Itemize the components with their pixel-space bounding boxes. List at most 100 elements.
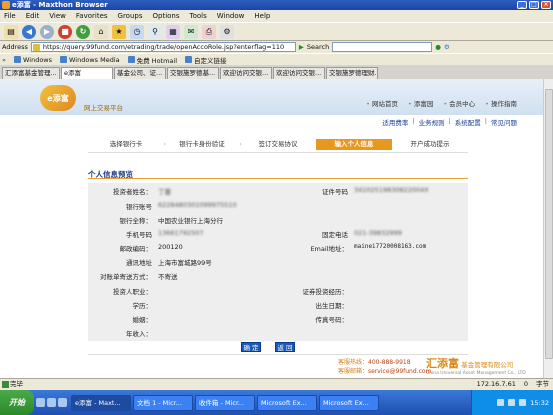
subnav-config[interactable]: 系统配置 [455, 117, 481, 127]
tab-2[interactable]: e添富 [61, 67, 113, 79]
print-icon[interactable]: ⎙ [202, 24, 216, 39]
desktop-icon[interactable] [36, 398, 45, 407]
ie-icon[interactable] [47, 398, 56, 407]
new-page-icon[interactable]: ▤ [4, 24, 18, 39]
account-label: 银行账号 [126, 203, 152, 211]
email-value: mainei7720008163.com [354, 243, 427, 250]
refresh-icon[interactable]: ↻ [76, 24, 90, 39]
app-icon [2, 1, 10, 9]
minimize-button[interactable]: _ [517, 1, 527, 9]
settings-icon[interactable]: ⚙ [444, 43, 450, 51]
tab-5[interactable]: 欢迎访问交银... [220, 67, 272, 79]
divider [88, 152, 468, 153]
form-row: 手机号码 13661792507 固定电话 021-39832999 [88, 229, 468, 241]
favorites-bar: » Windows Windows Media 免费 Hotmail 自定义链接 [0, 53, 553, 65]
search-tool-icon[interactable]: ⚲ [148, 24, 162, 39]
footer-divider [88, 354, 468, 355]
start-button[interactable]: 开始 [0, 390, 34, 415]
zip-value: 200120 [158, 243, 183, 251]
menu-bar: File Edit View Favorites Groups Options … [0, 10, 553, 22]
hotline-value: 400-888-9918 [368, 359, 411, 366]
menu-groups[interactable]: Groups [118, 12, 143, 20]
go-icon[interactable]: ▶ [299, 43, 304, 51]
form-row: 年收入： [88, 328, 468, 340]
search-input[interactable] [332, 42, 433, 52]
birth-label: 出生日期： [315, 302, 349, 310]
groups-icon[interactable]: ▦ [166, 24, 180, 39]
task-word[interactable]: 文档 1 - Micr... [133, 394, 193, 411]
sub-nav: 适用费率 | 业务规则 | 系统配置 | 常见问题 [0, 115, 553, 127]
phone-label: 固定电话 [322, 231, 348, 239]
address-input[interactable]: https://query.99fund.com/etrading/trade/… [30, 42, 296, 52]
vertical-scrollbar[interactable] [543, 79, 553, 378]
mail-method-value: 不寄送 [158, 273, 178, 281]
task-excel-2[interactable]: Microsoft Ex... [319, 394, 379, 411]
mail-icon[interactable]: ✉ [184, 24, 198, 39]
menu-view[interactable]: View [49, 12, 66, 20]
topnav-home[interactable]: 网站首页 [366, 98, 398, 108]
subnav-fees[interactable]: 适用费率 [382, 117, 408, 127]
topnav-garden[interactable]: 添富园 [408, 98, 434, 108]
maximize-button[interactable]: □ [529, 1, 539, 9]
close-button[interactable]: × [541, 1, 551, 9]
tab-4[interactable]: 交银施罗德基... [167, 67, 219, 79]
marriage-label: 婚姻： [132, 316, 153, 324]
address-url: https://query.99fund.com/etrading/trade/… [42, 43, 285, 51]
mobile-value: 13661792507 [158, 229, 204, 237]
fav-windows[interactable]: Windows [13, 56, 52, 64]
status-bar: 完毕 172.16.7.61 0 字节 [0, 378, 553, 390]
lock-icon [32, 44, 40, 51]
experience-label: 证券投资经历： [302, 288, 349, 296]
back-button[interactable]: 返 回 [275, 342, 295, 352]
task-outlook[interactable]: 收件箱 - Micr... [195, 394, 255, 411]
step-3: 签订交易协议› [240, 139, 319, 150]
menu-window[interactable]: Window [217, 12, 245, 20]
favorites-icon[interactable]: ★ [112, 24, 126, 39]
tab-1[interactable]: 汇添富基金管理... [2, 67, 60, 79]
network-icon[interactable] [497, 399, 505, 406]
menu-options[interactable]: Options [153, 12, 180, 20]
menu-edit[interactable]: Edit [26, 12, 40, 20]
menu-tools[interactable]: Tools [190, 12, 207, 20]
hotmail-icon [127, 56, 135, 63]
menu-file[interactable]: File [4, 12, 16, 20]
confirm-button[interactable]: 确 定 [241, 342, 261, 352]
logo-subtitle: 网上交易平台 [84, 104, 123, 112]
tab-3[interactable]: 基金公司、证... [114, 67, 166, 79]
subnav-rules[interactable]: 业务规则 [419, 117, 445, 127]
window-controls: _ □ × [517, 1, 551, 9]
scrollbar-thumb[interactable] [545, 89, 553, 359]
home-icon[interactable]: ⌂ [94, 24, 108, 39]
stop-icon[interactable]: ■ [58, 24, 72, 39]
media-icon[interactable] [58, 398, 67, 407]
status-bytes: 字节 [536, 380, 549, 388]
page-content: e添富 网上交易平台 网站首页 添富园 会员中心 操作指南 适用费率| 业务规则… [0, 79, 553, 378]
tools-icon[interactable]: ⚙ [220, 24, 234, 39]
subnav-faq[interactable]: 常见问题 [491, 117, 517, 127]
menu-favorites[interactable]: Favorites [76, 12, 108, 20]
topnav-member[interactable]: 会员中心 [443, 98, 475, 108]
security-icon[interactable] [519, 399, 527, 406]
education-label: 学历： [132, 302, 153, 310]
bank-value: 中国农业银行上海分行 [158, 217, 223, 225]
back-icon[interactable]: ◀ [22, 24, 36, 39]
task-excel-1[interactable]: Microsoft Ex... [257, 394, 317, 411]
search-go-icon[interactable]: ● [435, 43, 441, 51]
service-email-value[interactable]: service@99fund.com [368, 368, 431, 375]
forward-icon[interactable]: ▶ [40, 24, 54, 39]
address-bar: Address https://query.99fund.com/etradin… [0, 41, 553, 53]
fav-custom-links[interactable]: 自定义链接 [185, 55, 227, 65]
fav-hotmail[interactable]: 免费 Hotmail [127, 55, 177, 65]
form-row: 邮政编码： 200120 Email地址： mainei7720008163.c… [88, 243, 468, 255]
tab-6[interactable]: 欢迎访问交银... [273, 67, 325, 79]
task-maxthon[interactable]: e添富 - Maxt... [71, 394, 131, 411]
volume-icon[interactable] [508, 399, 516, 406]
history-icon[interactable]: ◷ [130, 24, 144, 39]
tab-7[interactable]: 交银施罗德理财... [326, 67, 378, 79]
company-brand: 汇添富 基金管理有限公司 China Universal Asset Manag… [426, 355, 526, 376]
clock[interactable]: 15:32 [530, 399, 549, 407]
menu-help[interactable]: Help [254, 12, 270, 20]
fav-windows-media[interactable]: Windows Media [60, 56, 120, 64]
site-logo[interactable]: e添富 [40, 85, 76, 111]
topnav-guide[interactable]: 操作指南 [485, 98, 517, 108]
